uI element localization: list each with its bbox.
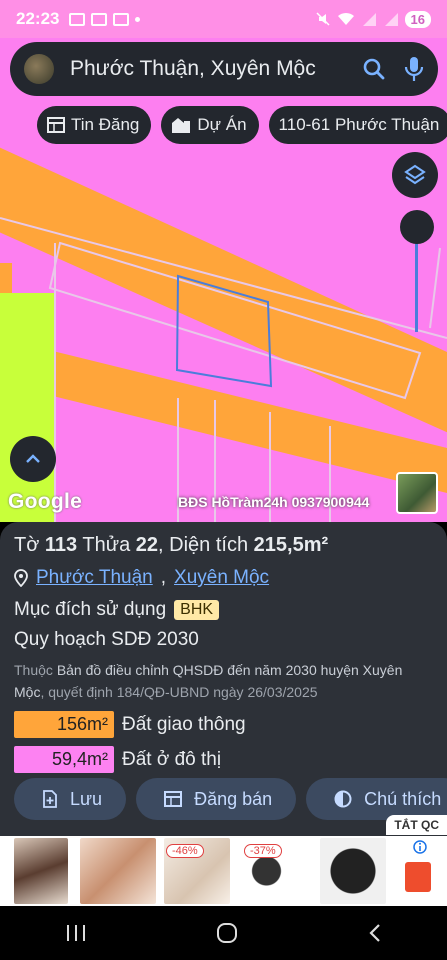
area-label: Đất giao thông bbox=[122, 713, 246, 735]
wifi-icon bbox=[337, 12, 354, 25]
ad-image[interactable] bbox=[80, 838, 156, 904]
chevron-up-icon bbox=[26, 454, 40, 463]
chip-label: 110-61 Phước Thuận bbox=[278, 115, 440, 134]
land-use-purpose: Mục đích sử dụng BHK bbox=[14, 599, 433, 621]
ad-banner[interactable]: -46% -37% bbox=[0, 836, 447, 906]
notification-icon bbox=[69, 12, 86, 26]
chip-listings[interactable]: Tin Đăng bbox=[37, 106, 152, 144]
save-button[interactable]: Lưu bbox=[14, 778, 127, 820]
chip-label: Dự Án bbox=[197, 115, 247, 134]
street-photo-thumbnail[interactable] bbox=[396, 472, 438, 514]
district-link[interactable]: Xuyên Mộc bbox=[174, 567, 269, 589]
google-logo: Google bbox=[8, 490, 83, 513]
system-nav-bar bbox=[0, 906, 447, 960]
discount-badge: -37% bbox=[244, 844, 282, 858]
plan-source-note: Thuộc Bản đồ điều chỉnh QHSDĐ đến năm 20… bbox=[14, 662, 403, 700]
building-icon bbox=[172, 118, 191, 133]
action-buttons: Lưu Đăng bán Chú thích bbox=[14, 778, 447, 820]
search-input[interactable]: Phước Thuận, Xuyên Mộc bbox=[70, 57, 316, 81]
notification-icon bbox=[91, 12, 108, 26]
area-value: 59,4m² bbox=[14, 746, 114, 773]
map-watermark: BĐS HồTràm24h 0937900944 bbox=[178, 494, 370, 510]
legend-button[interactable]: Chú thích bbox=[306, 778, 447, 820]
ad-image[interactable] bbox=[320, 838, 386, 904]
ad-image[interactable] bbox=[14, 838, 68, 904]
recent-apps-icon[interactable] bbox=[65, 923, 87, 943]
more-notifications-icon bbox=[135, 16, 141, 22]
ad-info-icon[interactable] bbox=[413, 840, 427, 854]
area-row-urban: 59,4m² Đất ở đô thị bbox=[14, 746, 433, 773]
shopee-icon[interactable] bbox=[405, 862, 431, 892]
opacity-slider-track[interactable] bbox=[415, 240, 418, 332]
close-ad-button[interactable]: TẮT QC bbox=[386, 815, 447, 835]
status-time: 22:23 bbox=[16, 9, 60, 28]
signal-icon bbox=[362, 13, 376, 26]
parcel-title: Tờ 113 Thửa 22, Diện tích 215,5m² bbox=[14, 534, 329, 556]
parcel-location: Phước Thuận, Xuyên Mộc bbox=[14, 567, 433, 589]
parcel-info-sheet: Tờ 113 Thửa 22, Diện tích 215,5m² Phước … bbox=[0, 522, 447, 836]
land-use-code-badge: BHK bbox=[174, 600, 220, 620]
notification-icons bbox=[69, 12, 141, 26]
search-bar[interactable]: Phước Thuận, Xuyên Mộc bbox=[10, 42, 438, 96]
signal-icon bbox=[384, 13, 398, 26]
commune-link[interactable]: Phước Thuận bbox=[36, 567, 153, 589]
area-row-road: 156m² Đất giao thông bbox=[14, 711, 433, 738]
avatar[interactable] bbox=[24, 54, 54, 84]
contrast-icon bbox=[334, 790, 352, 808]
back-icon[interactable] bbox=[368, 923, 382, 943]
chip-label: Tin Đăng bbox=[71, 115, 140, 134]
area-label: Đất ở đô thị bbox=[122, 748, 222, 770]
microphone-icon[interactable] bbox=[404, 56, 424, 82]
notification-icon bbox=[113, 12, 130, 26]
home-icon[interactable] bbox=[216, 922, 238, 944]
mute-icon bbox=[316, 12, 330, 26]
expand-sheet-button[interactable] bbox=[10, 436, 56, 482]
plan-title: Quy hoạch SDĐ 2030 bbox=[14, 629, 199, 650]
layers-icon bbox=[404, 164, 426, 185]
location-pin-icon bbox=[14, 569, 28, 587]
discount-badge: -46% bbox=[166, 844, 204, 858]
filter-chips: Tin Đăng Dự Án 110-61 Phước Thuận bbox=[37, 106, 447, 144]
chip-parcel-id[interactable]: 110-61 Phước Thuận bbox=[268, 106, 447, 144]
opacity-slider-handle[interactable] bbox=[400, 210, 434, 244]
layers-button[interactable] bbox=[392, 152, 438, 198]
calendar-icon bbox=[164, 791, 183, 807]
add-bookmark-icon bbox=[43, 790, 57, 808]
calendar-icon bbox=[47, 117, 65, 133]
search-icon[interactable] bbox=[362, 57, 386, 81]
status-bar: 22:23 16 bbox=[0, 0, 447, 38]
area-value: 156m² bbox=[14, 711, 114, 738]
battery-indicator: 16 bbox=[404, 10, 431, 28]
post-for-sale-button[interactable]: Đăng bán bbox=[136, 778, 297, 820]
chip-projects[interactable]: Dự Án bbox=[161, 106, 259, 144]
